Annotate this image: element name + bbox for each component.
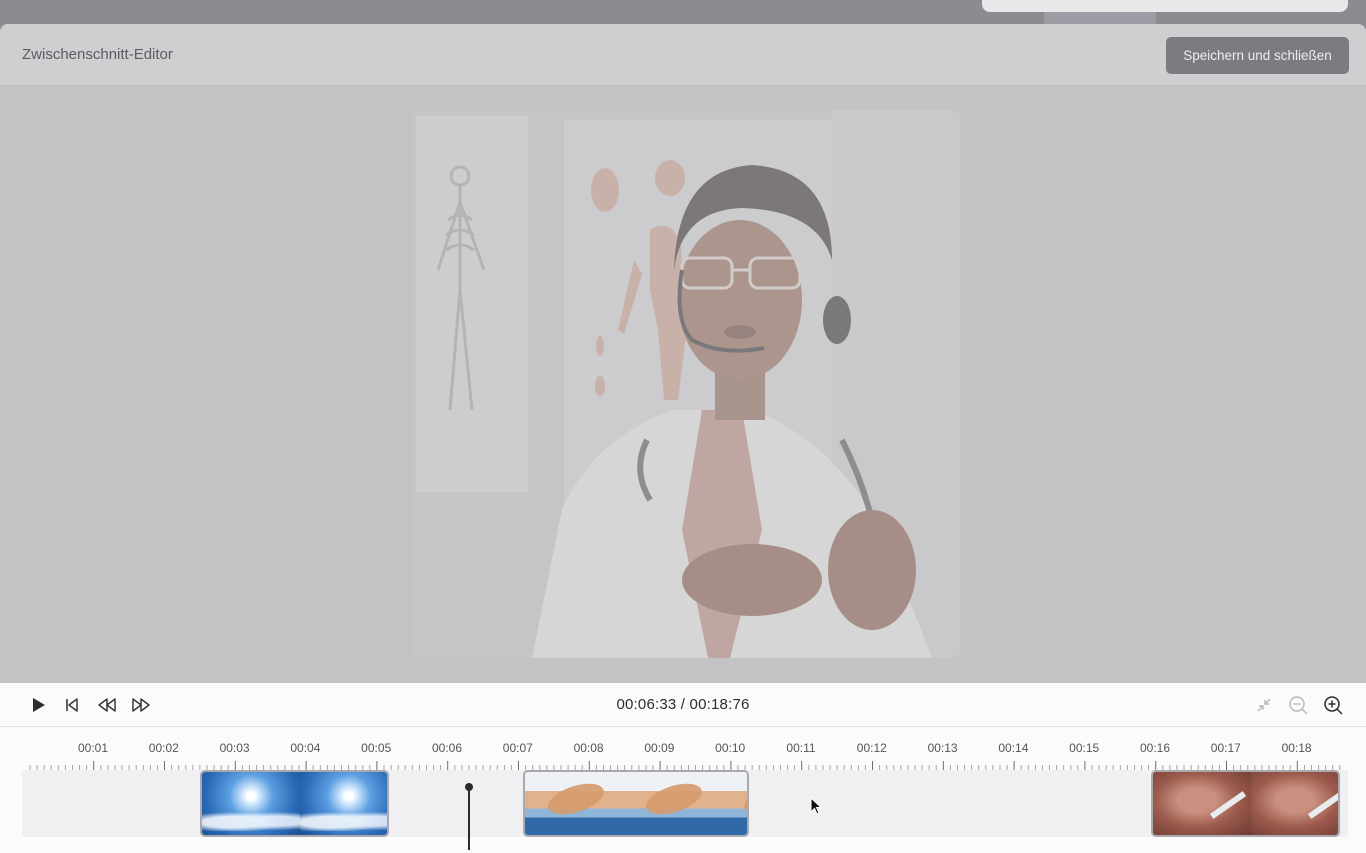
clip-frame <box>623 772 721 835</box>
ruler-label: 00:04 <box>290 741 321 755</box>
playhead-handle[interactable] <box>465 783 473 791</box>
video-stage <box>0 86 1366 683</box>
ruler-label: 00:18 <box>1281 741 1312 755</box>
background-element <box>1044 12 1156 24</box>
ruler-label: 00:02 <box>148 741 179 755</box>
background-app-strip <box>0 0 1366 24</box>
ruler-label: 00:01 <box>77 741 109 755</box>
ruler-label: 00:05 <box>361 741 392 755</box>
clip-track[interactable] <box>22 770 1348 837</box>
ruler-label: 00:12 <box>856 741 887 755</box>
ruler-label: 00:14 <box>998 741 1029 755</box>
ruler-label: 00:03 <box>219 741 250 755</box>
clip-frame <box>721 772 747 835</box>
player-controls: 00:06:33 / 00:18:76 <box>0 683 1366 727</box>
mouse-cursor-icon <box>810 797 823 815</box>
ruler-label: 00:10 <box>715 741 746 755</box>
ruler-label: 00:07 <box>502 741 533 755</box>
timecode-display: 00:06:33 / 00:18:76 <box>616 696 750 713</box>
ruler-label: 00:13 <box>927 741 958 755</box>
ruler-label: 00:17 <box>1210 741 1241 755</box>
ruler-label: 00:09 <box>644 741 675 755</box>
clip-skin[interactable] <box>1151 770 1340 837</box>
playhead[interactable] <box>468 786 470 850</box>
clip-frame <box>525 772 623 835</box>
clip-frame <box>1251 772 1338 835</box>
video-frame-illustration <box>412 110 960 658</box>
timeline-ruler[interactable]: 00:01 00:02 00:03 00:04 00:05 00:06 00:07 00:08… <box>22 741 1348 771</box>
zoom-in-icon[interactable] <box>1321 693 1345 717</box>
ruler-label: 00:06 <box>431 741 463 755</box>
timeline-panel: 00:06:33 / 00:18:76 00:01 00:02 00:03 00:04… <box>0 683 1366 853</box>
clip-frame <box>1153 772 1251 835</box>
clip-frame <box>300 772 387 835</box>
ruler-label: 00:08 <box>573 741 604 755</box>
ruler-label: 00:16 <box>1139 741 1171 755</box>
clip-beach[interactable] <box>523 770 749 837</box>
collapse-icon[interactable] <box>1252 693 1276 717</box>
ruler-label: 00:11 <box>786 741 816 755</box>
save-and-close-button[interactable]: Speichern und schließen <box>1166 37 1349 74</box>
modal-header: Zwischenschnitt-Editor Speichern und sch… <box>0 24 1366 86</box>
cutaway-editor-modal: Zwischenschnitt-Editor Speichern und sch… <box>0 24 1366 853</box>
clip-frame <box>202 772 300 835</box>
ruler-label: 00:15 <box>1069 741 1100 755</box>
zoom-out-icon[interactable] <box>1286 693 1310 717</box>
video-preview[interactable] <box>412 110 960 658</box>
editor-title: Zwischenschnitt-Editor <box>22 46 173 63</box>
clip-sky[interactable] <box>200 770 389 837</box>
background-panel <box>982 0 1348 12</box>
